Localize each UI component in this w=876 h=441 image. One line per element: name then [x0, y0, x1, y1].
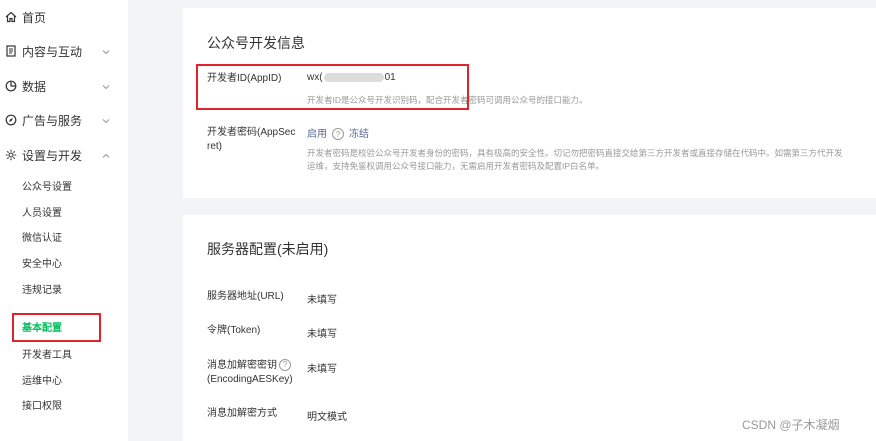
sidebar-item-label: 违规记录: [22, 284, 62, 296]
nav-item-home-label: 首页: [22, 10, 47, 25]
sidebar-item-staff-settings[interactable]: 人员设置: [0, 199, 128, 223]
watermark: CSDN @子木凝烟: [742, 418, 840, 432]
sidebar-item-developer-tools[interactable]: 开发者工具: [0, 341, 128, 365]
help-icon[interactable]: ?: [332, 128, 344, 141]
secret-actions: 启用? 冻结: [307, 125, 369, 141]
nav-item-data-label: 数据: [22, 79, 47, 94]
appid-redaction: [323, 72, 384, 82]
secret-desc-line1: 开发者密码是校验公众号开发者身份的密码，具有极高的安全性。切记勿把密码直接交给第…: [307, 148, 843, 158]
dev-info-card: 公众号开发信息 开发者ID(AppID) wx( 01 开发者ID是公众号开发识别…: [183, 8, 876, 198]
gear-icon: [5, 149, 17, 161]
help-icon[interactable]: ?: [279, 359, 291, 372]
nav-item-content[interactable]: 内容与互动: [0, 36, 128, 66]
aeskey-label-line1: 消息加解密密钥: [207, 360, 277, 371]
chevron-down-icon: [101, 81, 111, 91]
nav-item-content-label: 内容与互动: [22, 44, 83, 59]
sidebar-item-account-settings[interactable]: 公众号设置: [0, 173, 128, 197]
secret-freeze-link[interactable]: 冻结: [349, 129, 369, 140]
secret-label-line1: 开发者密码(AppSec: [207, 127, 296, 138]
sidebar-item-label: 接口权限: [22, 400, 62, 412]
chevron-down-icon: [101, 46, 111, 56]
token-value: 未填写: [307, 329, 337, 340]
secret-enable-link[interactable]: 启用: [307, 129, 327, 140]
nav-item-ads[interactable]: 广告与服务: [0, 105, 128, 135]
appid-value: wx( 01: [307, 72, 396, 83]
aeskey-label-line2: (EncodingAESKey): [207, 374, 293, 385]
secret-description: 开发者密码是校验公众号开发者身份的密码，具有极高的安全性。切记勿把密码直接交给第…: [307, 147, 843, 173]
sidebar-item-basic-config[interactable]: 基本配置: [0, 314, 128, 338]
sidebar-item-label: 公众号设置: [22, 181, 72, 193]
appid-description: 开发者ID是公众号开发识别码，配合开发者密码可调用公众号的接口能力。: [307, 95, 588, 105]
url-value: 未填写: [307, 295, 337, 306]
pie-chart-icon: [5, 80, 17, 92]
sidebar-item-label: 安全中心: [22, 258, 62, 270]
dev-info-title: 公众号开发信息: [207, 35, 305, 51]
chevron-down-icon: [101, 115, 111, 125]
sidebar-item-violations[interactable]: 违规记录: [0, 276, 128, 300]
appid-label: 开发者ID(AppID): [207, 73, 282, 84]
compass-icon: [5, 114, 17, 126]
aeskey-value: 未填写: [307, 364, 337, 375]
secret-desc-line2: 运维，支持免鉴权调用公众号接口能力，无需启用开发者密码及配置IP白名单。: [307, 161, 605, 171]
sidebar: 首页 内容与互动 数据 广告与服务 设置与开发 公众号设置 人员设置 微信认证 …: [0, 0, 128, 441]
sidebar-item-label: 开发者工具: [22, 349, 72, 361]
server-config-card: 服务器配置(未启用) 服务器地址(URL) 未填写 令牌(Token) 未填写 …: [183, 215, 876, 441]
sidebar-item-api-permissions[interactable]: 接口权限: [0, 392, 128, 416]
nav-item-data[interactable]: 数据: [0, 71, 128, 101]
server-config-title: 服务器配置(未启用): [207, 241, 329, 257]
encryption-mode-value: 明文模式: [307, 412, 347, 423]
aeskey-label: 消息加解密密钥? (EncodingAESKey): [207, 359, 293, 387]
nav-item-settings-label: 设置与开发: [22, 148, 83, 163]
sidebar-item-wechat-verification[interactable]: 微信认证: [0, 224, 128, 248]
secret-label: 开发者密码(AppSec ret): [207, 126, 295, 154]
sidebar-item-label: 运维中心: [22, 375, 62, 387]
encryption-mode-label: 消息加解密方式: [207, 408, 277, 419]
url-label: 服务器地址(URL): [207, 291, 284, 302]
sidebar-item-security-center[interactable]: 安全中心: [0, 250, 128, 274]
nav-item-ads-label: 广告与服务: [22, 113, 83, 128]
sidebar-item-label: 微信认证: [22, 232, 62, 244]
home-icon: [5, 11, 17, 23]
appid-suffix: 01: [384, 72, 396, 83]
document-icon: [5, 45, 17, 57]
appid-prefix: wx(: [307, 72, 323, 83]
sidebar-item-label: 人员设置: [22, 207, 62, 219]
sidebar-item-label: 基本配置: [22, 322, 62, 334]
sidebar-item-ops-center[interactable]: 运维中心: [0, 367, 128, 391]
nav-item-settings[interactable]: 设置与开发: [0, 140, 128, 170]
nav-item-home[interactable]: 首页: [0, 2, 128, 32]
secret-label-line2: ret): [207, 141, 222, 152]
token-label: 令牌(Token): [207, 325, 261, 336]
chevron-up-icon: [101, 150, 111, 160]
